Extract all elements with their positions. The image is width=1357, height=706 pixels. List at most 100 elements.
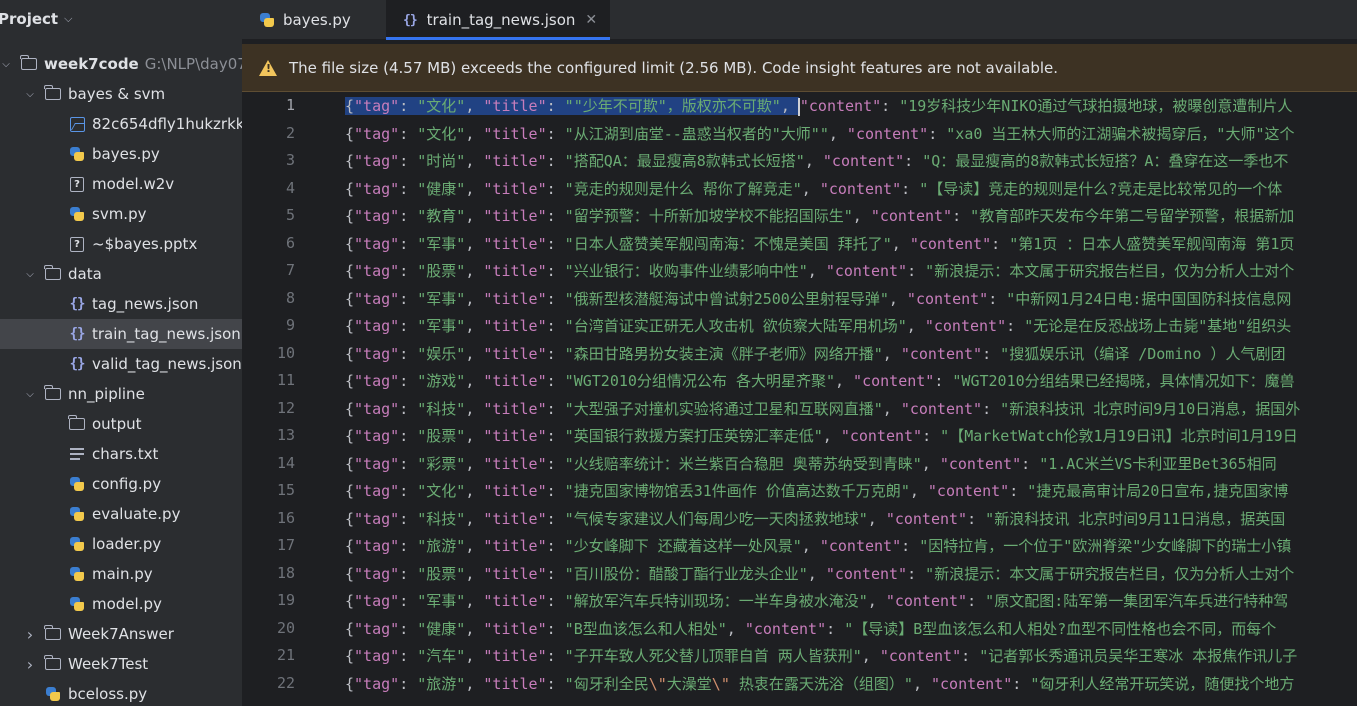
project-tree: ⌵ week7code G:\NLP\day07\ ⌵ bayes & svm 82c65…	[0, 49, 242, 706]
code-line[interactable]: {"tag": "科技", "title": "大型强子对撞机实验将通过卫星和互…	[345, 398, 1300, 420]
tree-item-label: week7code G:\NLP\day07\	[44, 55, 242, 73]
code-line[interactable]: {"tag": "娱乐", "title": "森田甘路男扮女装主演《胖子老师》…	[345, 343, 1285, 365]
tree-item-label: data	[68, 265, 102, 283]
line-number: 15	[276, 481, 295, 499]
tab-bayes-py[interactable]: bayes.py	[259, 0, 351, 40]
folder-icon	[20, 55, 38, 73]
code-line[interactable]: {"tag": "旅游", "title": "少女峰脚下 还藏着这样一处风景"…	[345, 535, 1291, 557]
tree-item[interactable]: bayes.py	[0, 139, 242, 169]
tree-item[interactable]: loader.py	[0, 529, 242, 559]
line-number: 10	[276, 343, 295, 362]
tree-item[interactable]: › Week7Test	[0, 649, 242, 679]
tree-item[interactable]: {} valid_tag_news.json	[0, 349, 242, 379]
tree-item[interactable]: › Week7Answer	[0, 619, 242, 649]
tree-item-label: model.py	[92, 595, 162, 613]
code-line[interactable]: {"tag": "旅游", "title": "匈牙利全民\"大澡堂\" 热衷在…	[345, 673, 1294, 695]
tree-item[interactable]: main.py	[0, 559, 242, 589]
tree-item-label: bayes.py	[92, 145, 160, 163]
tree-item[interactable]: ⌵ bayes & svm	[0, 79, 242, 109]
chevron-down-icon[interactable]: ⌵	[64, 12, 72, 26]
tree-item[interactable]: svm.py	[0, 199, 242, 229]
tree-item-label: svm.py	[92, 205, 147, 223]
line-number: 22	[276, 673, 295, 692]
code-line[interactable]: {"tag": "军事", "title": "解放军汽车兵特训现场：一半车身被…	[345, 590, 1288, 612]
code-line[interactable]: {"tag": "股票", "title": "英国银行救援方案打压英镑汇率走低…	[345, 425, 1298, 447]
editor-tab-bar: bayes.py {} train_tag_news.json ✕	[242, 0, 1357, 40]
tree-item[interactable]: ? model.w2v	[0, 169, 242, 199]
tree-item[interactable]: 82c654dfly1hukzrkkk	[0, 109, 242, 139]
line-number: 4	[285, 178, 295, 197]
code-line[interactable]: {"tag": "汽车", "title": "子开车致人死父替儿顶罪自首 两人…	[345, 645, 1297, 667]
code-line[interactable]: {"tag": "彩票", "title": "火线赔率统计：米兰紫百合稳胆 奥…	[345, 453, 1277, 475]
code-line[interactable]: {"tag": "文化", "title": "从江湖到庙堂--蛊惑当权者的"大…	[345, 123, 1294, 145]
chevron-down-icon[interactable]: ⌵	[0, 58, 12, 70]
code-line[interactable]: {"tag": "军事", "title": "台湾首证实正研无人攻击机 欲侦察…	[345, 315, 1291, 337]
tree-item-label: nn_pipline	[68, 385, 145, 403]
tree-item[interactable]: ⌵ nn_pipline	[0, 379, 242, 409]
tree-item[interactable]: {} train_tag_news.json	[0, 319, 242, 349]
tree-item-label: train_tag_news.json	[92, 325, 241, 343]
code-line[interactable]: {"tag": "军事", "title": "俄新型核潜艇海试中曾试射2500…	[345, 288, 1291, 310]
tree-item-label: Week7Answer	[68, 625, 174, 643]
line-number: 9	[285, 316, 295, 334]
tab-train-tag-news-json[interactable]: {} train_tag_news.json ✕	[386, 0, 611, 40]
warning-icon	[259, 59, 277, 76]
tree-item[interactable]: output	[0, 409, 242, 439]
code-area[interactable]: {"tag": "文化", "title": ""少年不可欺"，版权亦不可欺",…	[345, 92, 1357, 706]
code-editor[interactable]: 1 2 3 4 5 6 7 8 9 10 11 12 13 14 15 16 17 18 19 20 21 22 {"ta…	[242, 92, 1357, 706]
code-line[interactable]: {"tag": "股票", "title": "兴业银行：收购事件业绩影响中性"…	[345, 260, 1294, 282]
project-header[interactable]: Project ⌵	[0, 0, 242, 38]
line-number: 14	[276, 453, 295, 472]
python-file-icon	[68, 475, 86, 493]
tree-item-label: main.py	[92, 565, 153, 583]
code-line[interactable]: {"tag": "教育", "title": "留学预警：十所新加坡学校不能招国…	[345, 205, 1294, 227]
tree-item[interactable]: evaluate.py	[0, 499, 242, 529]
tree-item[interactable]: {} tag_news.json	[0, 289, 242, 319]
python-file-icon	[68, 595, 86, 613]
code-line[interactable]: {"tag": "文化", "title": ""少年不可欺"，版权亦不可欺",…	[345, 95, 1292, 117]
tree-item[interactable]: ⌵ week7code G:\NLP\day07\	[0, 49, 242, 79]
line-number: 13	[276, 426, 295, 444]
tree-item[interactable]: model.py	[0, 589, 242, 619]
chevron-down-icon[interactable]: ⌵	[24, 88, 36, 100]
line-number: 11	[276, 371, 295, 389]
code-line[interactable]: {"tag": "股票", "title": "百川股份：醋酸丁酯行业龙头企业"…	[345, 563, 1294, 585]
tree-item[interactable]: chars.txt	[0, 439, 242, 469]
code-line[interactable]: {"tag": "军事", "title": "日本人盛赞美军舰闯南海：不愧是美…	[345, 233, 1294, 255]
json-file-icon: {}	[69, 356, 86, 372]
tab-label: train_tag_news.json	[426, 11, 576, 29]
folder-icon	[44, 655, 62, 673]
tree-item-label: loader.py	[92, 535, 162, 553]
code-line[interactable]: {"tag": "科技", "title": "气候专家建议人们每周少吃一天肉拯…	[345, 508, 1285, 530]
active-tab-indicator	[386, 37, 611, 40]
chevron-down-icon[interactable]: ⌵	[24, 388, 36, 400]
tree-item[interactable]: bceloss.py	[0, 679, 242, 706]
code-line[interactable]: {"tag": "健康", "title": "竞走的规则是什么 帮你了解竞走"…	[345, 178, 1282, 200]
python-file-icon	[68, 565, 86, 583]
python-file-icon	[68, 145, 86, 163]
python-file-icon	[259, 12, 275, 28]
line-number: 3	[285, 151, 295, 169]
python-file-icon	[44, 685, 62, 703]
chevron-down-icon[interactable]: ⌵	[24, 268, 36, 280]
chevron-right-icon[interactable]: ›	[24, 655, 36, 674]
code-line[interactable]: {"tag": "时尚", "title": "搭配QA：最显瘦高8款韩式长短搭…	[345, 150, 1288, 172]
tree-item-label: valid_tag_news.json	[92, 355, 242, 373]
warning-message: The file size (4.57 MB) exceeds the conf…	[289, 58, 1059, 77]
tree-item[interactable]: ⌵ data	[0, 259, 242, 289]
tree-item[interactable]: ? ~$bayes.pptx	[0, 229, 242, 259]
tree-item-label: bceloss.py	[68, 685, 148, 703]
code-line[interactable]: {"tag": "游戏", "title": "WGT2010分组情况公布 各大…	[345, 370, 1295, 392]
code-line[interactable]: {"tag": "文化", "title": "捷克国家博物馆丢31件画作 价值…	[345, 480, 1288, 502]
tree-item-label: config.py	[92, 475, 162, 493]
close-icon[interactable]: ✕	[585, 12, 597, 28]
chevron-right-icon[interactable]: ›	[24, 625, 36, 644]
code-line[interactable]: {"tag": "健康", "title": "B型血该怎么和人相处", "co…	[345, 618, 1276, 640]
tree-item[interactable]: config.py	[0, 469, 242, 499]
tree-item-label: tag_news.json	[92, 295, 199, 313]
folder-icon	[44, 625, 62, 643]
line-number: 5	[285, 206, 295, 224]
python-file-icon	[68, 505, 86, 523]
text-file-icon	[68, 445, 86, 463]
line-number: 1	[285, 96, 295, 114]
